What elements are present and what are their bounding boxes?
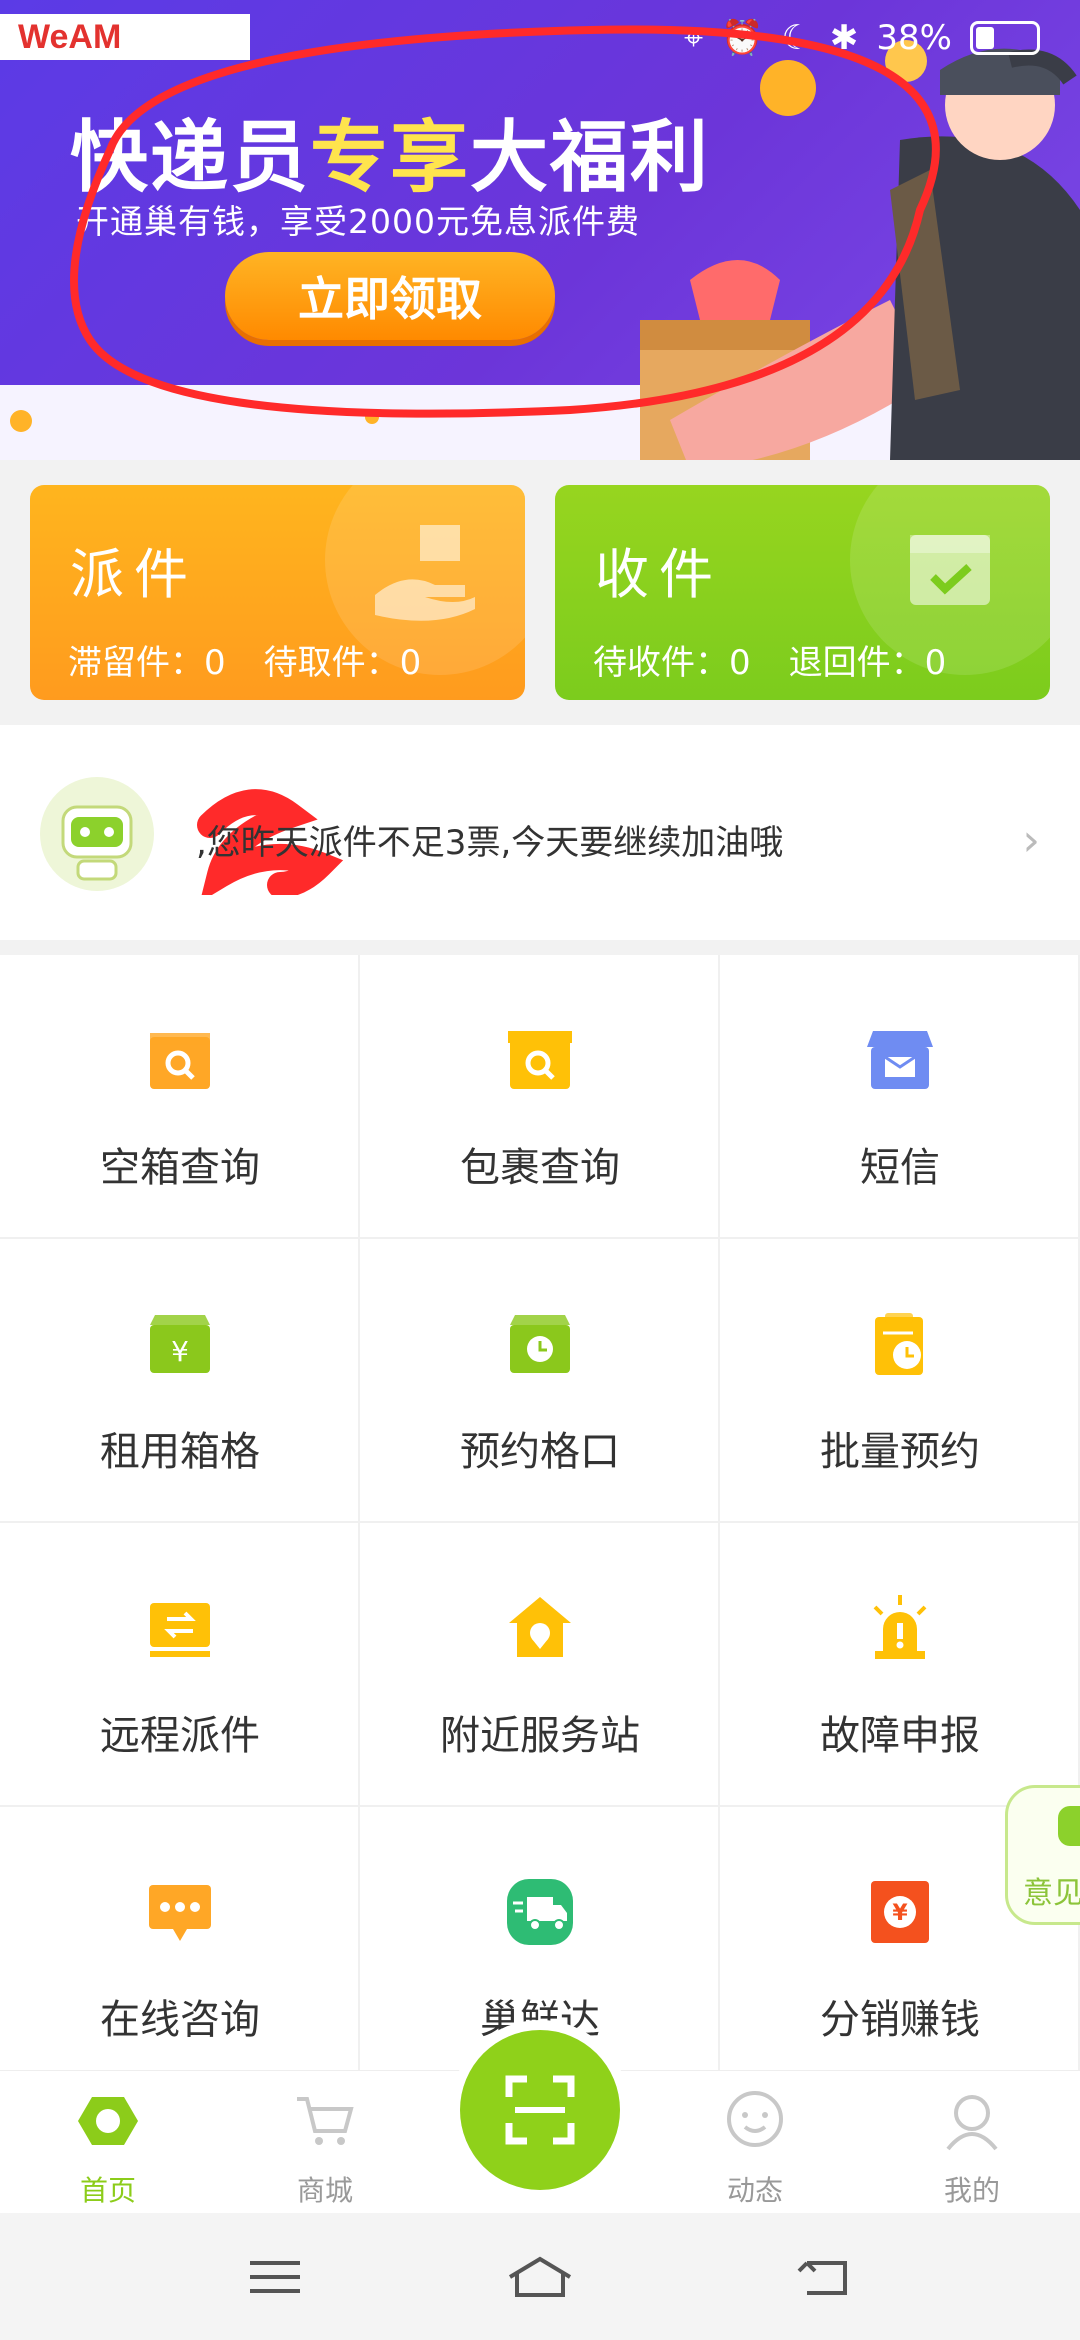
notice-text: ,您昨天派件不足3票,今天要继续加油哦 [196,823,784,863]
chevron-right-icon: › [1022,815,1040,866]
cart-icon [297,2097,354,2145]
dispatch-title: 派件 [70,543,198,606]
nearby-station-icon [509,1597,571,1657]
robot-face-icon [1058,1806,1080,1846]
grid-item-label: 空箱查询 [100,1145,260,1191]
grid-item[interactable]: 故障申报 [720,1523,1080,1807]
batch-reserve-icon [875,1313,923,1375]
tab-mall[interactable]: 商城 [255,2089,395,2209]
battery-percent: 38% [876,18,952,58]
battery-icon [970,21,1040,55]
tab-mine[interactable]: 我的 [902,2089,1042,2209]
grid-item-label: 分销赚钱 [820,1997,980,2043]
grid-item[interactable]: 远程派件 [0,1523,360,1807]
banner-title: 快递员专享大福利 [70,113,711,203]
grid-item[interactable]: 在线咨询 [0,1807,360,2091]
receive-card[interactable]: 收件 待收件：0 退回件：0 [555,485,1050,700]
dispatch-card[interactable]: 派件 滞留件：0 待取件：0 [30,485,525,700]
promo-banner[interactable]: WeAM ⌖ ⏰ ☾ ✱ 38% 快递员专享大福利 开通巢有钱，享受2000元免… [0,0,1080,460]
tab-home[interactable]: 首页 [38,2089,178,2209]
svg-text:¥: ¥ [892,1901,908,1926]
claim-now-button[interactable]: 立即领取 [225,252,555,340]
tab-news[interactable]: 动态 [685,2089,825,2209]
coin-decoration [365,410,379,424]
box-reserve-icon [510,1315,570,1373]
pending-pickup-count: 待取件：0 [263,643,422,683]
location-icon: ⌖ [683,18,704,58]
box-check-icon [910,535,990,605]
grid-item[interactable]: 预约格口 [360,1239,720,1523]
grid-item-label: 批量预约 [820,1429,980,1475]
grid-item[interactable]: 空箱查询 [0,955,360,1239]
user-icon [946,2095,998,2151]
grid-item-label: 远程派件 [100,1713,260,1759]
chat-icon [149,1885,211,1941]
grid-item-label: 故障申报 [820,1713,980,1759]
scan-icon [505,2075,575,2145]
grid-item-label: 短信 [860,1145,940,1191]
alarm-clock-icon: ⏰ [721,18,764,58]
menu-icon[interactable] [245,2255,305,2300]
receive-title: 收件 [595,543,723,606]
status-bar: WeAM ⌖ ⏰ ☾ ✱ 38% [0,0,1080,80]
pending-receive-count: 待收件：0 [593,643,751,683]
moon-icon: ☾ [781,18,812,58]
home-hexagon-icon [78,2097,138,2145]
returned-count: 退回件：0 [788,643,947,683]
daily-notice[interactable]: ,您昨天派件不足3票,今天要继续加油哦 › [0,725,1080,940]
scan-button[interactable] [460,2030,620,2190]
grid-item[interactable]: 附近服务站 [360,1523,720,1807]
alarm-icon [873,1595,927,1659]
grid-item-label: 附近服务站 [440,1713,640,1759]
grid-item[interactable]: ¥ 租用箱格 [0,1239,360,1523]
robot-avatar-icon [40,777,154,891]
remote-delivery-icon [150,1603,210,1657]
coin-decoration [10,410,32,432]
grid-item-label: 在线咨询 [100,1997,260,2043]
grid-item[interactable]: 包裹查询 [360,955,720,1239]
chat-bubble-icon [727,2091,783,2147]
function-grid: 空箱查询 包裹查询 短信 ¥ 租用箱格 预约格口 批量预约远程派件 附近服务站 故障申报在线咨询… [0,955,1080,2091]
grid-item[interactable]: 短信 [720,955,1080,1239]
system-nav-bar [0,2213,1080,2340]
carrier-logo: WeAM [0,14,250,60]
back-icon[interactable] [795,2255,855,2300]
grid-item-label: 预约格口 [460,1429,620,1475]
grid-item[interactable]: 批量预约 [720,1239,1080,1523]
box-search-icon [150,1033,210,1089]
grid-item-label: 包裹查询 [460,1145,620,1191]
truck-icon [507,1879,573,1945]
home-icon[interactable] [505,2255,575,2300]
charging-icon: ✱ [829,18,859,58]
sms-icon [867,1031,933,1089]
yuan-icon: ¥ [871,1881,929,1943]
hand-package-icon [375,525,475,621]
banner-subtitle: 开通巢有钱，享受2000元免息派件费 [76,202,640,241]
feedback-label: 意见 [1023,1876,1080,1911]
stranded-count: 滞留件：0 [68,643,226,683]
grid-item-label: 租用箱格 [100,1429,260,1475]
box-rent-icon: ¥ [150,1315,210,1373]
package-search-icon [508,1031,572,1089]
svg-text:¥: ¥ [171,1335,189,1368]
feedback-button[interactable]: 意见 [1005,1785,1080,1925]
